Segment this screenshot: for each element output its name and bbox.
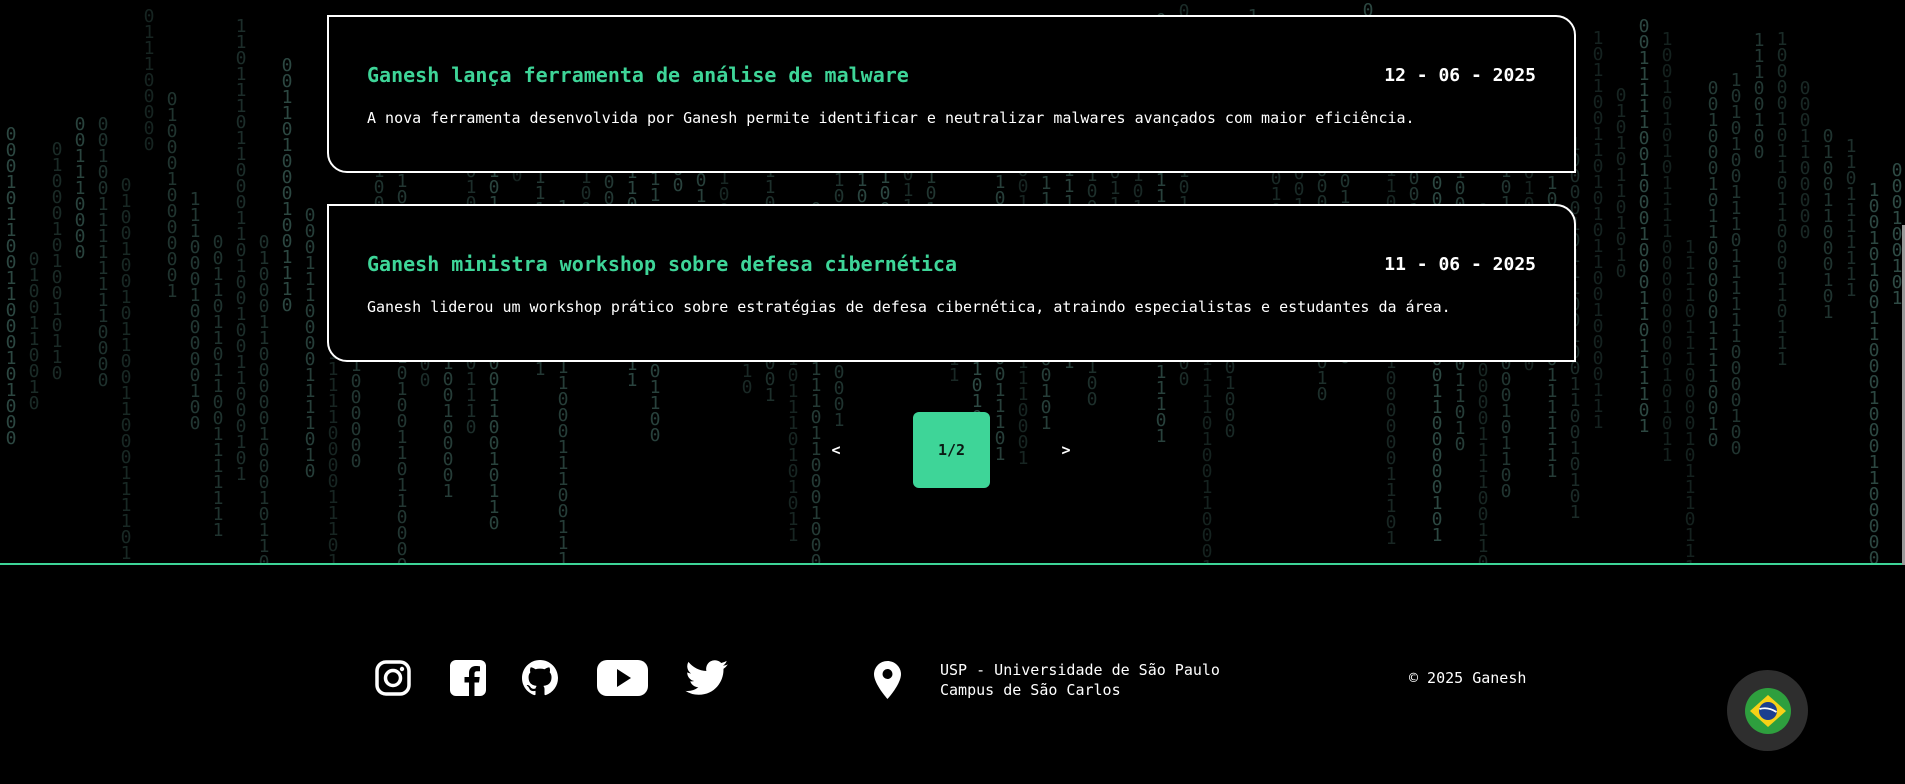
location-pin-icon: [874, 661, 901, 703]
matrix-digit-column: 0 0 1 1 0 1 0 0 0 1 0 0 1 1 1 0: [281, 55, 293, 316]
twitter-icon[interactable]: [684, 658, 729, 698]
news-title[interactable]: Ganesh lança ferramenta de análise de ma…: [367, 63, 909, 87]
address-line-2: Campus de São Carlos: [940, 681, 1121, 699]
previous-page-button[interactable]: <: [826, 441, 846, 459]
matrix-digit-column: 0 0 1 1 1 0 0 0 0: [74, 114, 86, 263]
youtube-icon[interactable]: [596, 658, 648, 698]
matrix-digit-column: 1 0 1 0 1 0 0 1 1 1 0 1 1 1 1 1 1 0 0 0 …: [1730, 70, 1742, 459]
matrix-digit-column: 0 1 0 0 1 0 0 1 0 1 1 0 0 1 1 0 0 0 1 1 …: [120, 175, 132, 563]
matrix-digit-column: 1 1 0 1 1 1 1 1 1 1: [1845, 136, 1857, 301]
news-card[interactable]: Ganesh ministra workshop sobre defesa ci…: [327, 204, 1576, 362]
news-description: A nova ferramenta desenvolvida por Ganes…: [367, 109, 1415, 127]
matrix-digit-column: 0 1 0 1 0 1 1 0 1 0 1 0: [1615, 85, 1627, 282]
brazil-flag-icon: [1744, 687, 1791, 734]
footer: USP - Universidade de São Paulo Campus d…: [0, 565, 1905, 784]
news-title[interactable]: Ganesh ministra workshop sobre defesa ci…: [367, 252, 957, 276]
matrix-digit-column: 1 1 1 0 0 0 1 0 0 0 0 0 1 0 0: [189, 189, 201, 434]
news-date: 12 - 06 - 2025: [1384, 65, 1536, 86]
address: USP - Universidade de São Paulo Campus d…: [940, 660, 1220, 700]
matrix-digit-column: 0 1 1 1 0 0 0 0 0: [143, 6, 155, 155]
matrix-digit-column: 1 1 0 1 1 1 0 1 1 0 0 0 1 1 0 1 0 0 1 0 …: [235, 16, 247, 485]
matrix-digit-column: 1 0 0 1 0 1 0 1 0 1 1 1 1 0 0 0 0 0 0 0 …: [1661, 29, 1673, 466]
matrix-digit-column: 0 1 0 0 1 1 0 0 1 0: [28, 249, 40, 414]
github-icon[interactable]: [521, 658, 559, 698]
facebook-icon[interactable]: [449, 658, 486, 698]
news-date: 11 - 06 - 2025: [1384, 254, 1536, 275]
matrix-digit-column: 0 1 0 0 0 1 0 1 0 0 1 0 1 1 0: [51, 139, 63, 384]
copyright: © 2025 Ganesh: [1409, 669, 1527, 687]
matrix-digit-column: 1 0 0 0 0 1 0 1 1 0 1 1 0 0 0 1 1 0 1 1 …: [1776, 29, 1788, 370]
matrix-digit-column: 1 1 1 0 0 1 0 0: [1753, 30, 1765, 163]
matrix-digit-column: 1 1 1 1 0 1 1 1 0 0 0 0 1 0 1 1 1 0 1 1 …: [1684, 237, 1696, 564]
language-switch-button[interactable]: [1727, 670, 1808, 751]
address-line-1: USP - Universidade de São Paulo: [940, 661, 1220, 679]
next-page-button[interactable]: >: [1056, 441, 1076, 459]
current-page-indicator[interactable]: 1/2: [913, 412, 990, 488]
news-description: Ganesh liderou um workshop prático sobre…: [367, 298, 1451, 316]
matrix-digit-column: 1 0 0 1 0 1 0 0 1 1 0 0 0 1 0 0 0 1 1 0 …: [1868, 180, 1880, 564]
matrix-digit-column: 0 0 0 1 1 0 0 0 0 0: [1799, 78, 1811, 243]
matrix-digit-column: 0 0 0 1 0 1 1 0 0 1 1 0 0 0 1 0 1 0 0 0: [5, 124, 17, 449]
matrix-digit-column: 0 1 0 0 1 1 0 0 0 1 0 1: [1822, 126, 1834, 323]
matrix-digit-column: 0 0 1 1 0 1 1 0 1 1 0 0 1 1 1 1 1 1 1: [212, 232, 224, 541]
matrix-digit-column: 0 0 1 0 0 0 1 0 1 1 0 0 0 0 0 1 1 1 1 0 …: [1707, 78, 1719, 451]
matrix-digit-column: 1 0 1 1 0 0 1 1 0 1 0 1 0 1 1 0 0 1 0 0 …: [1592, 28, 1604, 433]
matrix-digit-column: 0 0 1 1 1 1 1 0 0 1 0 0 0 1 0 0 0 1 1 0 …: [1638, 16, 1650, 437]
matrix-digit-column: 0 0 1 0 0 1 1 1 1 1 1 1 1 0 0 0 0: [97, 114, 109, 391]
matrix-digit-column: 0 0 0 1 1 1 0 0 0 0 1 1 1 1 0 1 0: [304, 205, 316, 482]
instagram-icon[interactable]: [374, 658, 412, 698]
news-card[interactable]: Ganesh lança ferramenta de análise de ma…: [327, 15, 1576, 173]
matrix-digit-column: 0 1 0 0 0 1 0 0 0 0 0 0 1: [166, 89, 178, 302]
matrix-digit-column: 0 1 0 0 0 1 1 0 0 0 0 0 1 0 0 0 1 0 1 1 …: [258, 232, 270, 564]
